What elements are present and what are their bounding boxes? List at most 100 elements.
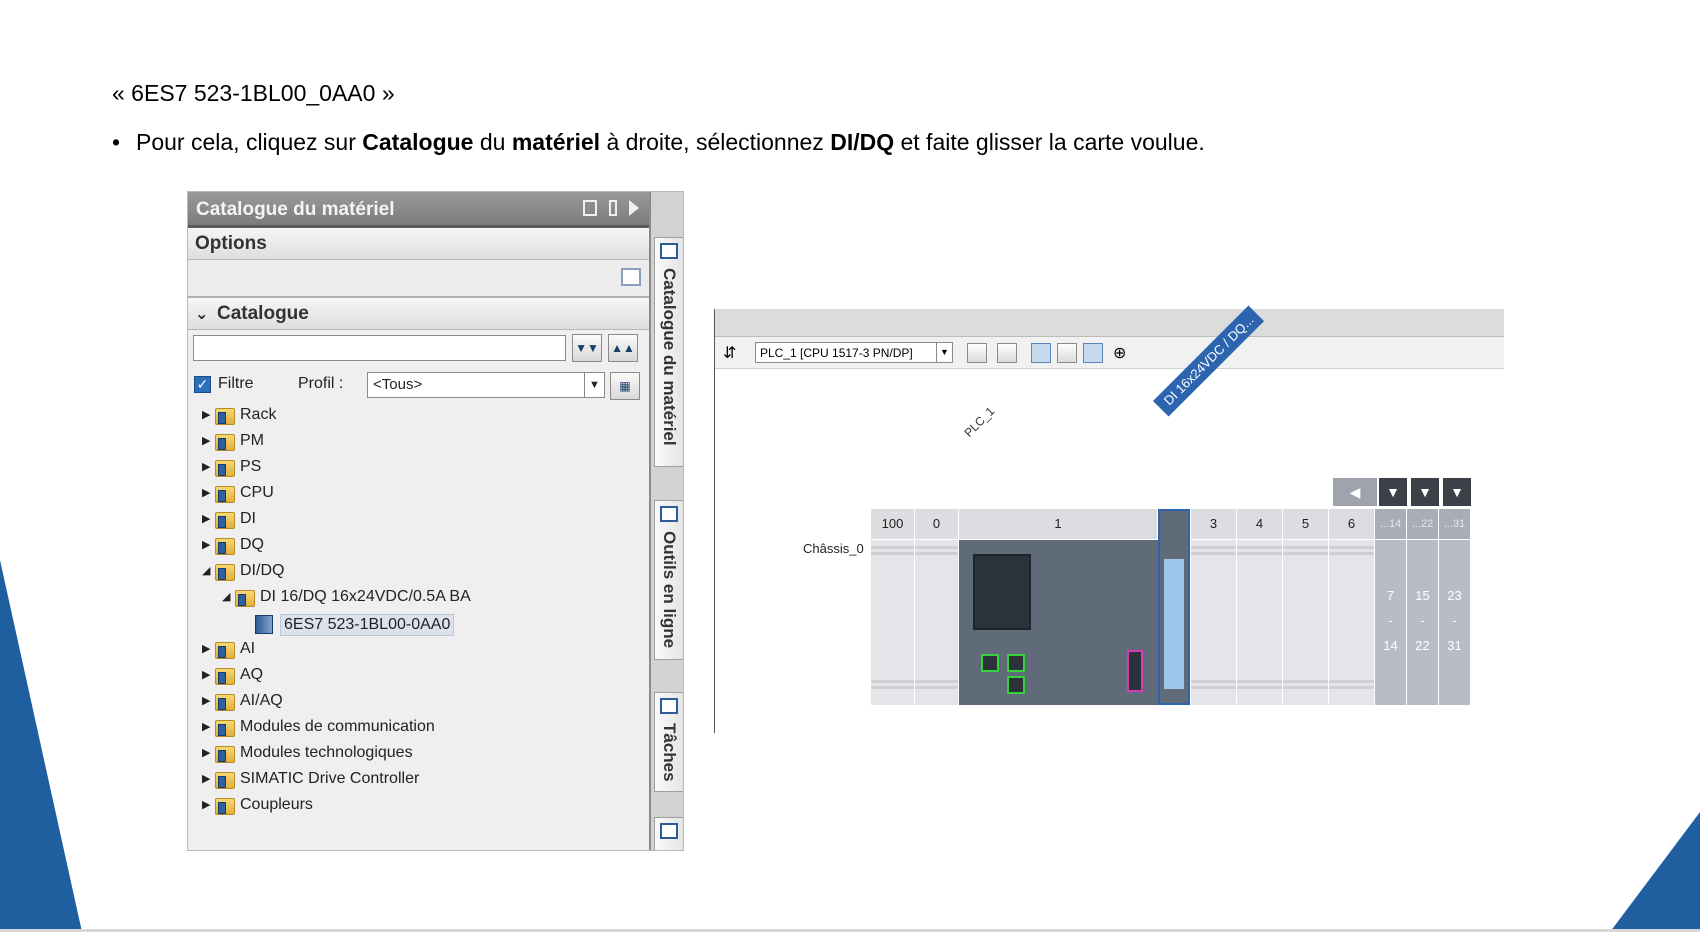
bullet-dot: • [112, 129, 121, 155]
table-view-icon[interactable] [1083, 343, 1103, 363]
collapsed-arrow-icon[interactable]: ▶ [202, 460, 210, 473]
slot-rail [915, 686, 958, 689]
side-tab-strip: Catalogue du matériel Outils en ligne Tâ… [649, 192, 683, 850]
filter-checkbox[interactable]: ✓ [194, 376, 211, 393]
tab-taches[interactable]: Tâches [654, 692, 683, 792]
pen-edit-icon[interactable] [1031, 343, 1051, 363]
catalog-book-icon [660, 243, 678, 259]
plc-select[interactable]: PLC_1 [CPU 1517-3 PN/DP] ▼ [755, 342, 953, 363]
slot-rail [1237, 680, 1282, 683]
bullet-bold-1: Catalogue [362, 129, 474, 155]
collapsed-arrow-icon[interactable]: ▶ [202, 434, 210, 447]
tree-item[interactable]: ◢ DI 16/DQ 16x24VDC/0.5A BA [188, 585, 649, 611]
ext-slot-column[interactable]: 7 - 14 [1375, 540, 1406, 705]
tree-item[interactable]: ▶ DQ [188, 533, 649, 559]
ext-slot-header: ...14 [1375, 509, 1406, 539]
rack-slot[interactable] [915, 540, 959, 705]
restore-icon[interactable] [583, 200, 597, 216]
slot-rail [871, 686, 914, 689]
tree-item[interactable]: ▶ Coupleurs [188, 793, 649, 819]
collapsed-arrow-icon[interactable]: ▶ [202, 746, 210, 759]
ext-range-from: 15 [1415, 588, 1430, 603]
cpu-display [973, 554, 1031, 630]
collapsed-arrow-icon[interactable]: ▶ [202, 720, 210, 733]
online-tools-icon [660, 506, 678, 522]
rack-slot[interactable] [1283, 540, 1329, 705]
device-tool-icon[interactable]: ⇵ [723, 343, 743, 363]
rack-slot[interactable] [1329, 540, 1375, 705]
name-label-icon[interactable] [997, 343, 1017, 363]
tree-item[interactable]: ▶ Modules de communication [188, 715, 649, 741]
zoom-icon[interactable]: ⊕ [1113, 343, 1133, 363]
slot-header: 3 [1191, 509, 1237, 539]
collapse-right-icon[interactable] [629, 200, 639, 216]
slot-rail [915, 546, 958, 549]
bullet-text-4: et faite glisser la carte voulue. [894, 129, 1205, 155]
tab-outils-en-ligne[interactable]: Outils en ligne [654, 500, 683, 660]
collapsed-arrow-icon[interactable]: ▶ [202, 538, 210, 551]
ext-slot-header: ...31 [1439, 509, 1470, 539]
grid-icon[interactable] [1057, 343, 1077, 363]
slot-rail [915, 552, 958, 555]
tree-item[interactable]: ▶ AI/AQ [188, 689, 649, 715]
tree-item[interactable]: ▶ PS [188, 455, 649, 481]
folder-icon [215, 408, 235, 425]
tab-catalogue-materiel[interactable]: Catalogue du matériel [654, 237, 683, 467]
search-down-icon[interactable]: ▼▼ [572, 334, 602, 362]
chevron-down-icon[interactable]: ⌄ [195, 304, 217, 324]
slot-header: 0 [915, 509, 959, 539]
collapsed-arrow-icon[interactable]: ▶ [202, 772, 210, 785]
catalog-header-title: Catalogue du matériel [196, 199, 395, 220]
catalog-search-input[interactable] [193, 335, 566, 361]
collapsed-arrow-icon[interactable]: ▶ [202, 642, 210, 655]
rack-slot[interactable] [871, 540, 915, 705]
tab-libraries[interactable] [654, 817, 683, 850]
collapsed-arrow-icon[interactable]: ▶ [202, 486, 210, 499]
tree-item[interactable]: ▶ AQ [188, 663, 649, 689]
di-dq-module-slot-2[interactable] [1158, 509, 1190, 705]
tree-item[interactable]: ▶ Modules technologiques [188, 741, 649, 767]
rack-slot[interactable] [1237, 540, 1283, 705]
expanded-arrow-icon[interactable]: ◢ [222, 590, 230, 603]
folder-icon [215, 694, 235, 711]
tree-item[interactable]: ▶ AI [188, 637, 649, 663]
search-up-icon[interactable]: ▲▲ [608, 334, 638, 362]
tree-item-label: DI [240, 510, 256, 527]
plc-dropdown-arrow-icon[interactable]: ▼ [936, 343, 952, 362]
catalogue-section[interactable]: ⌄ Catalogue [188, 298, 649, 330]
profile-edit-icon[interactable]: ▦ [610, 372, 640, 400]
ext-slot-column[interactable]: 15 - 22 [1407, 540, 1438, 705]
expand-down-button-2[interactable]: ▼ [1411, 478, 1439, 506]
folder-icon [215, 642, 235, 659]
collapsed-arrow-icon[interactable]: ▶ [202, 694, 210, 707]
options-panel-icon[interactable] [621, 268, 641, 286]
tree-item[interactable]: ▶ CPU [188, 481, 649, 507]
tree-item-label: Modules de communication [240, 718, 435, 735]
expanded-arrow-icon[interactable]: ◢ [202, 564, 210, 577]
collapsed-arrow-icon[interactable]: ▶ [202, 668, 210, 681]
network-view-icon[interactable] [967, 343, 987, 363]
pin-icon[interactable] [609, 200, 617, 216]
nav-left-button[interactable]: ◀ [1333, 478, 1377, 506]
slot-header: 6 [1329, 509, 1375, 539]
tree-item[interactable]: ▶ SIMATIC Drive Controller [188, 767, 649, 793]
collapsed-arrow-icon[interactable]: ▶ [202, 408, 210, 421]
dropdown-arrow-icon[interactable]: ▼ [584, 373, 604, 397]
tree-item[interactable]: ▶ DI [188, 507, 649, 533]
profil-select[interactable]: <Tous> ▼ [367, 372, 605, 398]
expand-down-button-1[interactable]: ▼ [1379, 478, 1407, 506]
ext-slot-column[interactable]: 23 - 31 [1439, 540, 1470, 705]
tree-item[interactable]: ▶ PM [188, 429, 649, 455]
rack-slot[interactable] [1191, 540, 1237, 705]
options-section[interactable]: Options [188, 228, 649, 260]
expand-down-button-3[interactable]: ▼ [1443, 478, 1471, 506]
collapsed-arrow-icon[interactable]: ▶ [202, 512, 210, 525]
collapsed-arrow-icon[interactable]: ▶ [202, 798, 210, 811]
bullet-text-2: du [473, 129, 512, 155]
tree-item[interactable]: ◢ DI/DQ [188, 559, 649, 585]
cpu-module[interactable] [959, 540, 1158, 705]
tree-item[interactable]: 6ES7 523-1BL00-0AA0 [188, 611, 649, 637]
catalog-main: Catalogue du matériel Options ⌄ Catalogue… [188, 192, 649, 850]
folder-icon [215, 564, 235, 581]
tree-item[interactable]: ▶ Rack [188, 403, 649, 429]
